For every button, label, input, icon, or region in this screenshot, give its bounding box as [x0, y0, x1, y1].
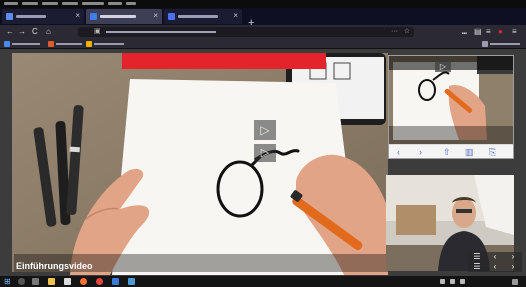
next-icon-lower[interactable]: ›	[504, 262, 522, 272]
bookmark-icon	[48, 41, 54, 47]
network-icon[interactable]	[450, 279, 455, 284]
pip-video-frame: ▷	[389, 56, 513, 144]
bookmark-2[interactable]	[48, 41, 84, 47]
tab-title	[16, 15, 46, 18]
search-icon[interactable]	[18, 278, 25, 285]
url-text	[106, 31, 216, 33]
play-button[interactable]: ▷	[254, 120, 276, 140]
page-actions-icon[interactable]: ···	[391, 27, 398, 37]
video-title: Einführungsvideo	[16, 261, 93, 271]
tab-favicon	[90, 13, 97, 20]
navigation-bar: ← → C ⌂ ▣ ··· ☆ ⑉ ▤ ≡ ● ≡	[0, 25, 526, 39]
bookmark-label	[56, 43, 82, 45]
prev-icon[interactable]: ‹	[486, 252, 504, 262]
pip-window[interactable]: ▷ ‹ › ⇧ ▥ ⎘	[388, 55, 514, 159]
bookmarks-bar	[0, 39, 526, 49]
tab-favicon	[6, 13, 13, 20]
reload-icon[interactable]: C	[32, 26, 38, 38]
menu-item-edit[interactable]	[22, 2, 38, 5]
home-icon[interactable]: ⌂	[46, 26, 51, 38]
menu-item-tools[interactable]	[108, 2, 122, 5]
menu-bar	[0, 0, 526, 8]
file-explorer-icon[interactable]	[48, 278, 55, 285]
bookmark-star-icon[interactable]: ☆	[404, 27, 410, 37]
bookmark-1[interactable]	[4, 41, 44, 47]
notifications-icon[interactable]	[512, 279, 518, 285]
pip-reader-icon[interactable]: ▥	[465, 146, 474, 158]
lock-icon: ▣	[94, 28, 101, 35]
app-icon[interactable]	[128, 278, 135, 285]
close-icon[interactable]: ×	[75, 11, 80, 21]
firefox-icon[interactable]	[80, 278, 87, 285]
alert-icon[interactable]: ●	[498, 26, 503, 38]
tab-title	[100, 15, 136, 18]
play-icon: ▷	[260, 147, 270, 159]
red-banner	[122, 53, 326, 69]
tab-bar: × × × +	[0, 8, 526, 29]
menu-item-help[interactable]	[126, 2, 136, 5]
tab-1[interactable]: ×	[2, 9, 84, 24]
extensions-icon[interactable]: ≡	[486, 26, 491, 38]
pip-back-icon[interactable]: ‹	[397, 146, 400, 158]
pip-tabs-icon[interactable]: ⎘	[489, 146, 496, 158]
menu-item-history[interactable]	[62, 2, 78, 5]
start-icon[interactable]: ⊞	[4, 276, 11, 287]
other-bookmarks[interactable]	[482, 41, 522, 47]
tab-title	[178, 15, 218, 18]
library-icon[interactable]: ⑉	[462, 26, 467, 38]
list-icon[interactable]: ☰	[468, 252, 486, 262]
bookmark-label	[94, 43, 124, 45]
bookmark-3[interactable]	[86, 41, 124, 47]
close-icon[interactable]: ×	[233, 11, 238, 21]
screen: × × × + ← → C ⌂ ▣ ··· ☆ ⑉ ▤ ≡ ● ≡ ▷ ▷ ▷ …	[0, 0, 526, 287]
pip-share-icon[interactable]: ⇧	[443, 146, 451, 158]
svg-text:▷: ▷	[440, 62, 447, 71]
back-icon[interactable]: ←	[6, 26, 14, 38]
store-icon[interactable]	[64, 278, 71, 285]
next-icon[interactable]: ›	[504, 252, 522, 262]
volume-icon[interactable]	[460, 279, 465, 284]
menu-item-bookmarks[interactable]	[82, 2, 104, 5]
sidebar-icon[interactable]: ▤	[474, 26, 482, 38]
tab-3[interactable]: ×	[164, 9, 242, 24]
tab-favicon	[168, 13, 175, 20]
play-button-secondary[interactable]: ▷	[254, 144, 276, 162]
prev-icon-lower[interactable]: ‹	[486, 262, 504, 272]
folder-icon	[482, 41, 488, 47]
bookmark-icon	[86, 41, 92, 47]
forward-icon[interactable]: →	[18, 26, 26, 38]
pip-controls: ‹ › ⇧ ▥ ⎘	[389, 144, 513, 158]
tab-2-active[interactable]: ×	[86, 9, 162, 24]
windows-taskbar: ⊞	[0, 276, 526, 287]
close-icon[interactable]: ×	[153, 11, 158, 21]
bookmark-icon	[4, 41, 10, 47]
url-bar[interactable]: ▣ ··· ☆	[78, 27, 414, 37]
play-icon: ▷	[260, 123, 270, 137]
menu-item-file[interactable]	[4, 2, 18, 5]
list-icon-lower[interactable]: ☰	[468, 262, 486, 272]
menu-item-view[interactable]	[42, 2, 58, 5]
pip-forward-icon[interactable]: ›	[419, 146, 422, 158]
video-page: ▷ ▷ ▷ ‹ › ⇧ ▥ ⎘ Einführungsvideo ☰ ‹ › ☰…	[0, 49, 526, 276]
bookmark-label	[12, 43, 40, 45]
app-icon[interactable]	[112, 278, 119, 285]
menu-icon[interactable]: ≡	[512, 26, 517, 38]
task-view-icon[interactable]	[32, 278, 39, 285]
tray-icon[interactable]	[440, 279, 445, 284]
chrome-icon[interactable]	[96, 278, 103, 285]
bookmark-label	[490, 43, 520, 45]
